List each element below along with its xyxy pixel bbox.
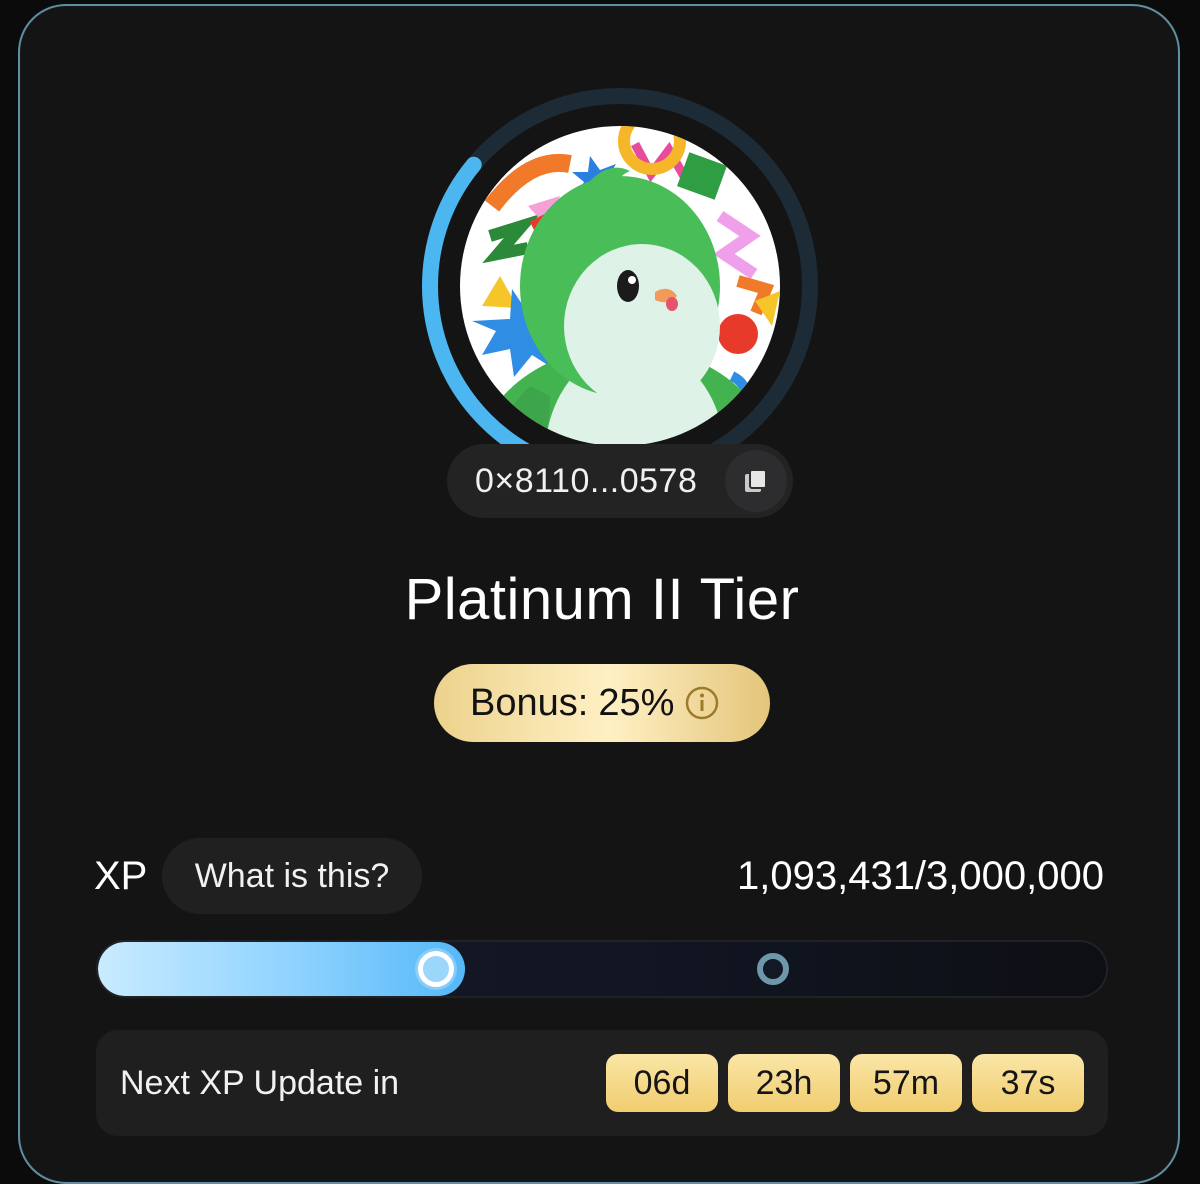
- avatar-ring: [422, 88, 818, 484]
- countdown-days: 06d: [606, 1054, 718, 1112]
- avatar-with-progress-ring: [420, 86, 820, 486]
- what-is-this-button[interactable]: What is this?: [162, 838, 422, 914]
- countdown-hours: 23h: [728, 1054, 840, 1112]
- xp-label: XP: [94, 854, 148, 898]
- copy-icon: [745, 469, 767, 492]
- xp-progress-knob: [418, 951, 454, 987]
- countdown-minutes: 57m: [850, 1054, 962, 1112]
- xp-milestone-marker: [757, 953, 789, 985]
- countdown-seconds: 37s: [972, 1054, 1084, 1112]
- bonus-label: Bonus:: [470, 681, 589, 724]
- xp-value: 1,093,431/3,000,000: [736, 854, 1104, 898]
- countdown-timer: 06d 23h 57m 37s: [606, 1054, 1084, 1112]
- xp-progress-fill: [98, 942, 465, 996]
- info-icon[interactable]: [684, 685, 720, 721]
- bonus-badge[interactable]: Bonus: 25%: [434, 664, 770, 742]
- next-xp-update-panel: Next XP Update in 06d 23h 57m 37s: [96, 1030, 1108, 1136]
- tier-title: Platinum II Tier: [404, 567, 800, 632]
- xp-progress-bar: [96, 940, 1108, 998]
- profile-card: 0×8110...0578 Platinum II Tier Bonus: 25…: [18, 4, 1180, 1184]
- copy-address-button[interactable]: [725, 450, 787, 512]
- wallet-address: 0×8110...0578: [475, 461, 698, 500]
- next-xp-update-label: Next XP Update in: [120, 1063, 400, 1102]
- wallet-address-pill: 0×8110...0578: [447, 444, 793, 518]
- bonus-value: 25%: [598, 681, 675, 724]
